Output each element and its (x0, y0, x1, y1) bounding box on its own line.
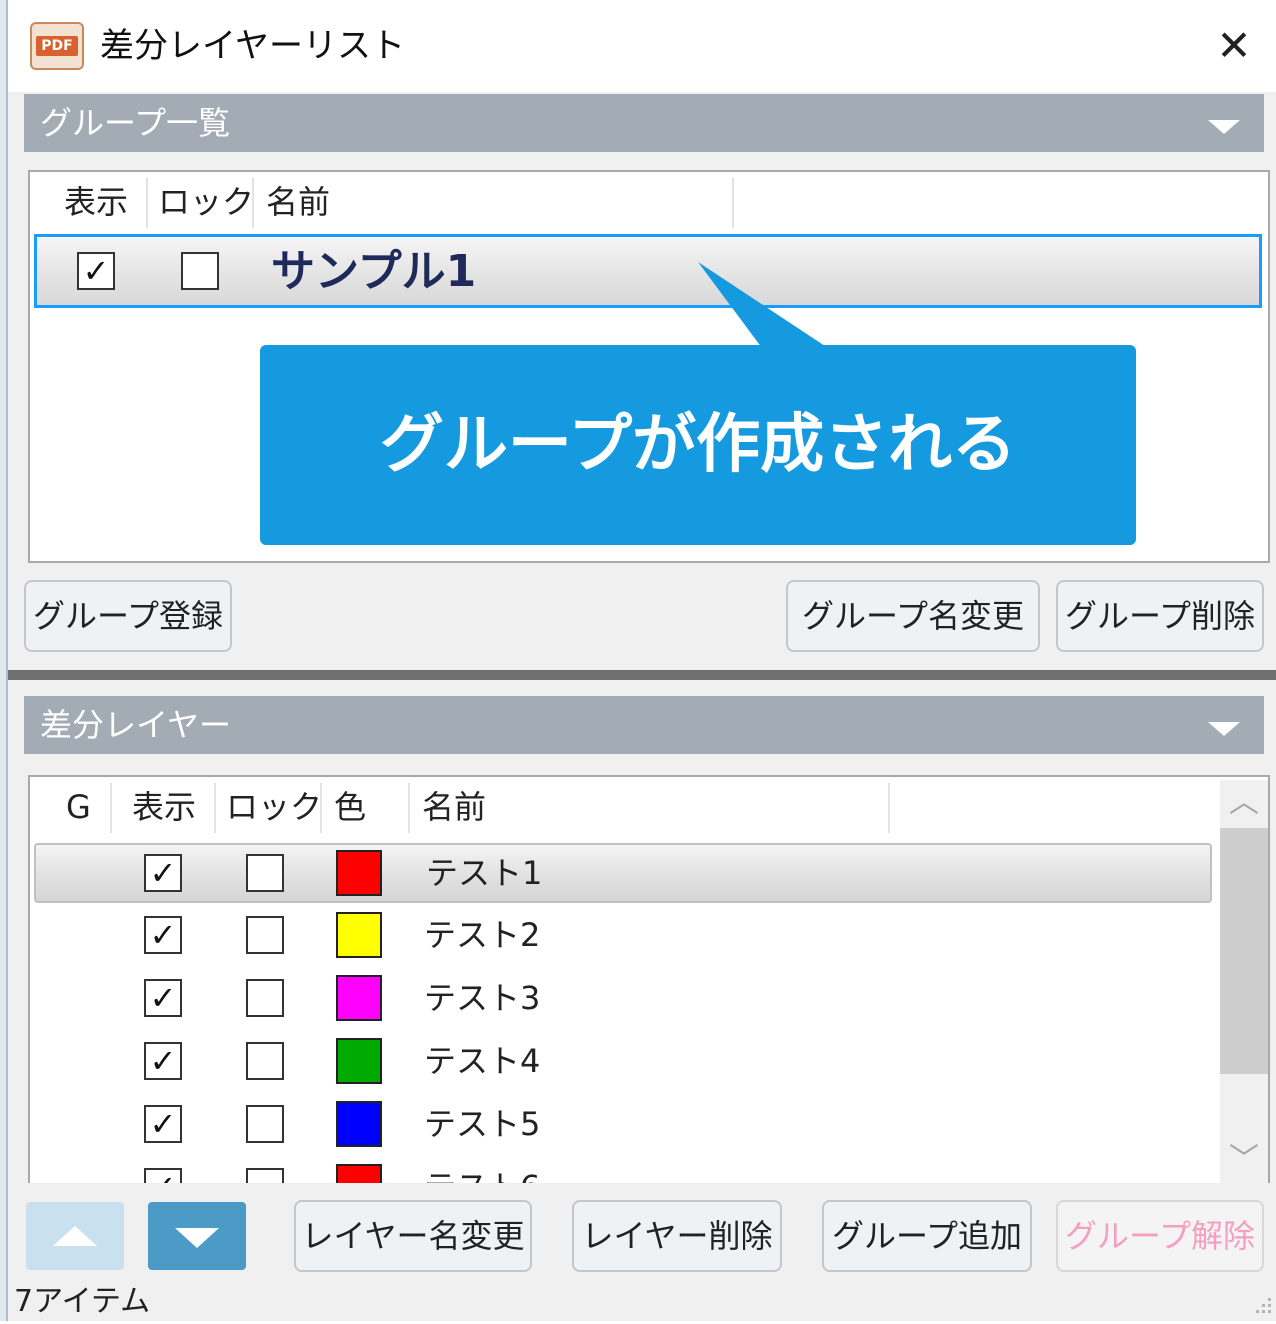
callout-text: グループが作成される (379, 408, 1017, 482)
column-header-visible[interactable]: 表示 (132, 777, 196, 837)
column-separator (110, 783, 112, 833)
column-header-visible[interactable]: 表示 (64, 172, 128, 232)
layer-name: テスト4 (424, 1042, 541, 1080)
delete-group-button[interactable]: グループ削除 (1056, 580, 1264, 652)
diff-layer-list-window: PDF 差分レイヤーリスト ✕ グループ一覧 表示 ロック 名前 ✓ サンプル1… (6, 0, 1276, 1321)
resize-grip-icon[interactable] (1244, 1286, 1274, 1316)
layer-name: テスト3 (424, 979, 541, 1017)
color-swatch[interactable] (336, 1101, 382, 1147)
visible-checkbox-checked[interactable]: ✓ (144, 1042, 182, 1080)
annotation-callout: グループが作成される (260, 345, 1136, 545)
close-icon[interactable]: ✕ (1204, 16, 1264, 76)
layer-name: テスト5 (424, 1105, 541, 1143)
column-separator (146, 178, 148, 228)
column-header-name[interactable]: 名前 (422, 777, 486, 837)
column-header-color[interactable]: 色 (334, 777, 366, 837)
layer-name: テスト6 (424, 1157, 540, 1183)
layer-name: テスト1 (426, 854, 543, 892)
move-down-button[interactable] (148, 1202, 246, 1270)
group-section-title: グループ一覧 (40, 104, 231, 142)
column-header-lock[interactable]: ロック (226, 777, 322, 837)
up-arrow-icon (53, 1226, 97, 1246)
column-separator (214, 783, 216, 833)
lock-checkbox[interactable] (246, 916, 284, 954)
column-header-group[interactable]: G (66, 777, 91, 837)
callout-pointer (698, 262, 828, 348)
color-swatch[interactable] (336, 850, 382, 896)
rename-group-button[interactable]: グループ名変更 (786, 580, 1040, 652)
layer-section-header[interactable]: 差分レイヤー (24, 696, 1264, 754)
ungroup-button[interactable]: グループ解除 (1056, 1200, 1264, 1272)
group-section-header[interactable]: グループ一覧 (24, 94, 1264, 152)
visible-checkbox-checked[interactable]: ✓ (144, 1168, 182, 1183)
lock-checkbox[interactable] (246, 979, 284, 1017)
lock-checkbox[interactable] (246, 1042, 284, 1080)
lock-checkbox[interactable] (246, 1168, 284, 1183)
layer-row[interactable]: ✓ テスト2 (34, 905, 1212, 965)
layer-row[interactable]: ✓ テスト3 (34, 968, 1212, 1028)
column-separator (732, 178, 734, 228)
scrollbar-thumb[interactable] (1220, 828, 1268, 1074)
color-swatch[interactable] (336, 912, 382, 958)
register-group-button[interactable]: グループ登録 (24, 580, 232, 652)
move-up-button[interactable] (26, 1202, 124, 1270)
visible-checkbox-checked[interactable]: ✓ (144, 1105, 182, 1143)
column-header-lock[interactable]: ロック (158, 172, 254, 232)
collapse-icon[interactable] (1208, 120, 1240, 134)
layer-row[interactable]: ✓ テスト1 (34, 843, 1212, 903)
lock-checkbox[interactable] (246, 854, 284, 892)
add-to-group-button[interactable]: グループ追加 (822, 1200, 1032, 1272)
color-swatch[interactable] (336, 1164, 382, 1183)
layer-list[interactable]: G 表示 ロック 色 名前 ✓ テスト1 ✓ テスト2 ✓ テスト3 ✓ テスト… (28, 775, 1270, 1183)
vertical-scrollbar[interactable]: ︿ ﹀ (1220, 780, 1268, 1183)
window-title: 差分レイヤーリスト (100, 26, 405, 66)
layer-name: テスト2 (424, 916, 541, 954)
visible-checkbox-checked[interactable]: ✓ (144, 854, 182, 892)
layer-row[interactable]: ✓ テスト6 (34, 1157, 1212, 1183)
column-separator (320, 783, 322, 833)
column-header-name[interactable]: 名前 (266, 172, 330, 232)
pdf-icon: PDF (30, 22, 84, 70)
scroll-up-icon[interactable]: ︿ (1220, 780, 1268, 826)
color-swatch[interactable] (336, 975, 382, 1021)
delete-layer-button[interactable]: レイヤー削除 (572, 1200, 782, 1272)
lock-checkbox[interactable] (181, 252, 219, 290)
visible-checkbox-checked[interactable]: ✓ (144, 916, 182, 954)
layer-section-title: 差分レイヤー (40, 706, 232, 744)
group-name: サンプル1 (271, 246, 477, 297)
pdf-icon-label: PDF (36, 36, 78, 56)
color-swatch[interactable] (336, 1038, 382, 1084)
visible-checkbox-checked[interactable]: ✓ (77, 252, 115, 290)
rename-layer-button[interactable]: レイヤー名変更 (294, 1200, 532, 1272)
title-bar: PDF 差分レイヤーリスト ✕ (8, 0, 1276, 92)
group-row-selected[interactable]: ✓ サンプル1 (34, 234, 1262, 308)
item-count-status: 7アイテム (14, 1284, 151, 1319)
column-separator (408, 783, 410, 833)
splitter[interactable] (8, 670, 1276, 680)
lock-checkbox[interactable] (246, 1105, 284, 1143)
column-separator (252, 178, 254, 228)
column-separator (888, 783, 890, 833)
layer-row[interactable]: ✓ テスト5 (34, 1094, 1212, 1154)
collapse-icon[interactable] (1208, 722, 1240, 736)
scroll-down-icon[interactable]: ﹀ (1220, 1137, 1268, 1183)
visible-checkbox-checked[interactable]: ✓ (144, 979, 182, 1017)
down-arrow-icon (175, 1228, 219, 1248)
layer-row[interactable]: ✓ テスト4 (34, 1031, 1212, 1091)
